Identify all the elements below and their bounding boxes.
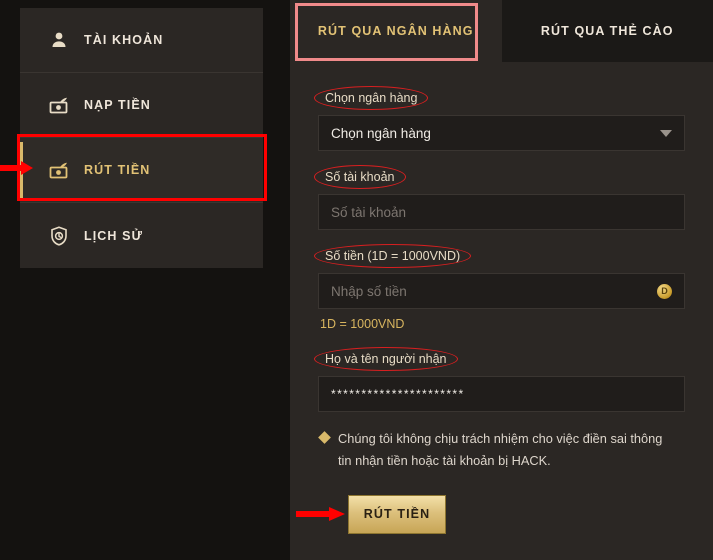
field-account-number: Số tài khoản Số tài khoản [314, 165, 685, 230]
bank-selected-value: Chọn ngân hàng [331, 125, 431, 141]
withdraw-form: Chọn ngân hàng Chọn ngân hàng Số tài kho… [290, 62, 713, 534]
field-recipient: Họ và tên người nhận *******************… [314, 347, 685, 412]
sidebar-item-label: RÚT TIỀN [84, 163, 151, 177]
sidebar-item-tai-khoan[interactable]: TÀI KHOẢN [20, 8, 263, 73]
sidebar-item-label: NẠP TIỀN [84, 98, 151, 112]
bank-label: Chọn ngân hàng [325, 91, 418, 105]
amount-input[interactable]: Nhập số tiền D [318, 273, 685, 309]
exchange-rate-note: 1D = 1000VND [320, 317, 405, 331]
coin-d-icon: D [657, 283, 672, 299]
tab-label: RÚT QUA NGÂN HÀNG [317, 24, 474, 38]
sidebar-item-label: TÀI KHOẢN [84, 33, 164, 47]
bank-select[interactable]: Chọn ngân hàng [318, 115, 685, 151]
submit-pointer-arrow-icon [296, 506, 345, 521]
field-amount: Số tiền (1D = 1000VND) Nhập số tiền D 1D… [314, 244, 685, 331]
amount-label: Số tiền (1D = 1000VND) [325, 249, 461, 263]
account-number-label-wrap: Số tài khoản [314, 165, 406, 189]
submit-row: RÚT TIỀN [296, 494, 685, 534]
chevron-down-icon [660, 129, 672, 137]
tab-rut-qua-the-cao[interactable]: RÚT QUA THẺ CÀO [501, 0, 713, 62]
amount-label-wrap: Số tiền (1D = 1000VND) [314, 244, 472, 268]
sidebar-item-label: LỊCH SỬ [84, 228, 144, 243]
warning-notice: Chúng tôi không chịu trách nhiệm cho việ… [318, 428, 685, 473]
user-icon [48, 29, 70, 51]
sidebar-item-rut-tien[interactable]: RÚT TIỀN [20, 138, 263, 203]
account-number-placeholder: Số tài khoản [331, 204, 407, 220]
recipient-input[interactable]: ********************** [318, 376, 685, 412]
account-number-input[interactable]: Số tài khoản [318, 194, 685, 230]
account-number-label: Số tài khoản [325, 170, 395, 184]
tab-label: RÚT QUA THẺ CÀO [540, 24, 674, 38]
amount-placeholder: Nhập số tiền [331, 283, 407, 299]
withdraw-tabs: RÚT QUA NGÂN HÀNG RÚT QUA THẺ CÀO [290, 0, 713, 62]
recipient-label-wrap: Họ và tên người nhận [314, 347, 458, 371]
history-shield-icon [48, 225, 70, 247]
field-bank: Chọn ngân hàng Chọn ngân hàng [314, 86, 685, 151]
sidebar-item-nap-tien[interactable]: NẠP TIỀN [20, 73, 263, 138]
diamond-bullet-icon [318, 431, 331, 444]
warning-text: Chúng tôi không chịu trách nhiệm cho việ… [338, 431, 663, 469]
recipient-label: Họ và tên người nhận [325, 352, 447, 366]
deposit-money-icon [48, 94, 70, 116]
withdraw-money-icon [48, 159, 70, 181]
tab-rut-qua-ngan-hang[interactable]: RÚT QUA NGÂN HÀNG [290, 0, 502, 62]
account-sidebar: TÀI KHOẢN NẠP TIỀN RÚT TIỀN LỊCH SỬ [20, 8, 263, 268]
withdraw-submit-label: RÚT TIỀN [363, 507, 431, 522]
bank-label-wrap: Chọn ngân hàng [314, 86, 429, 110]
withdraw-submit-button[interactable]: RÚT TIỀN [348, 494, 446, 534]
recipient-value: ********************** [331, 387, 465, 401]
sidebar-item-lich-su[interactable]: LỊCH SỬ [20, 203, 263, 268]
withdraw-panel: RÚT QUA NGÂN HÀNG RÚT QUA THẺ CÀO Chọn n… [290, 0, 713, 560]
